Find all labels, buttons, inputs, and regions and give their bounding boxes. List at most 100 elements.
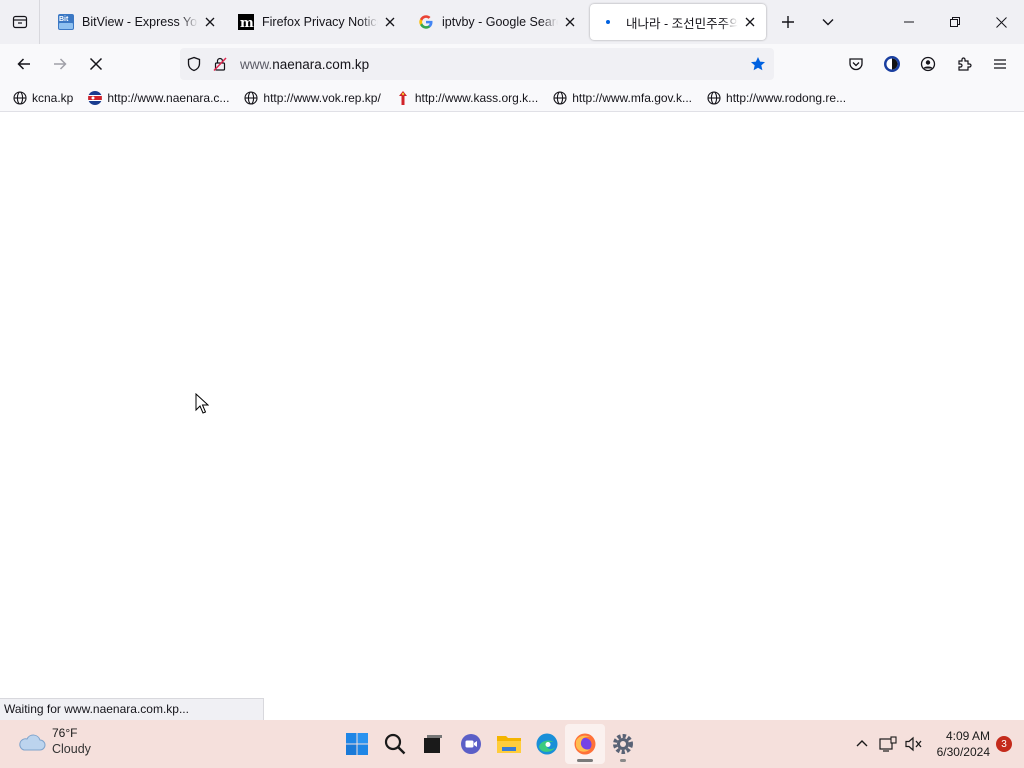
close-tab-icon[interactable] <box>742 14 758 30</box>
close-tab-icon[interactable] <box>382 14 398 30</box>
taskbar-apps <box>338 724 642 764</box>
pocket-icon <box>849 58 863 71</box>
url-domain: naenara.com.kp <box>272 56 370 72</box>
bookmark-mfa[interactable]: http://www.mfa.gov.k... <box>548 86 696 110</box>
list-all-tabs-button[interactable] <box>810 4 846 40</box>
bookmark-label: http://www.rodong.re... <box>726 90 847 105</box>
tab-google-search[interactable]: iptvby - Google Search <box>406 4 586 40</box>
edge-button[interactable] <box>527 724 567 764</box>
bitview-icon: Bit <box>58 14 74 30</box>
mozilla-m-icon: m <box>238 14 254 30</box>
clock[interactable]: 4:09 AM 6/30/2024 <box>937 728 990 760</box>
restore-icon <box>950 17 960 27</box>
dark-mode-icon <box>884 56 900 72</box>
arrow-right-icon <box>54 58 67 70</box>
url-prefix: www. <box>240 56 273 72</box>
globe-icon <box>706 90 722 106</box>
folder-icon <box>497 736 521 753</box>
svg-text:Bit: Bit <box>59 16 69 23</box>
taskbar: 76°F Cloudy 4:09 AM 6/30/2024 3 <box>0 720 1024 768</box>
hamburger-menu-icon <box>994 59 1006 69</box>
bookmark-label: kcna.kp <box>32 90 74 105</box>
windows-logo-icon <box>346 733 368 755</box>
bookmark-label: http://www.kass.org.k... <box>414 90 539 105</box>
star-icon <box>751 57 765 71</box>
app-menu-button[interactable] <box>984 48 1016 80</box>
extension-dark-mode-button[interactable] <box>876 48 908 80</box>
plus-icon <box>782 16 794 28</box>
volume-button[interactable] <box>901 726 927 762</box>
meet-chat-button[interactable] <box>451 724 491 764</box>
chevron-up-icon <box>856 740 868 747</box>
gear-icon <box>613 734 633 754</box>
svg-text:m: m <box>240 16 254 30</box>
cloud-icon <box>19 734 46 750</box>
settings-button[interactable] <box>603 724 643 764</box>
tab-strip: Bit BitView - Express Yourself m Firefox… <box>0 0 1024 44</box>
firefox-button[interactable] <box>565 724 605 764</box>
file-explorer-button[interactable] <box>489 724 529 764</box>
bookmark-star-button[interactable] <box>744 50 772 78</box>
tab-bitview[interactable]: Bit BitView - Express Yourself <box>46 4 226 40</box>
pocket-button[interactable] <box>840 48 872 80</box>
task-view-button[interactable] <box>413 724 453 764</box>
bookmark-naenara[interactable]: http://www.naenara.c... <box>83 86 233 110</box>
bookmark-rodong[interactable]: http://www.rodong.re... <box>702 86 850 110</box>
tab-title: 내나라 - 조선민주주의인민공화국 <box>626 16 738 31</box>
account-icon <box>920 56 936 72</box>
status-panel: Waiting for www.naenara.com.kp... <box>0 698 264 720</box>
extensions-button[interactable] <box>948 48 980 80</box>
minimize-button[interactable] <box>886 0 932 44</box>
bookmark-label: http://www.naenara.c... <box>107 90 230 105</box>
bookmark-kcna[interactable]: kcna.kp <box>8 86 77 110</box>
clock-date: 6/30/2024 <box>936 745 990 759</box>
mouse-cursor-icon <box>195 393 209 414</box>
video-chat-icon <box>461 734 481 754</box>
url-bar[interactable]: www.naenara.com.kp <box>180 48 774 80</box>
window-controls <box>886 0 1024 44</box>
back-button[interactable] <box>8 48 40 80</box>
naenara-flag-icon <box>87 90 103 106</box>
arrow-left-icon <box>17 58 30 70</box>
stop-x-icon <box>89 57 103 71</box>
show-hidden-icons-button[interactable] <box>849 726 875 762</box>
bookmark-vok[interactable]: http://www.vok.rep.kp/ <box>239 86 384 110</box>
tab-title: BitView - Express Yourself <box>82 15 198 29</box>
close-tab-icon[interactable] <box>562 14 578 30</box>
loading-dot-icon <box>602 14 618 30</box>
firefox-view-button[interactable] <box>0 0 40 44</box>
edge-icon <box>536 733 558 755</box>
restore-button[interactable] <box>932 0 978 44</box>
close-icon <box>995 16 1007 28</box>
new-tab-button[interactable] <box>770 4 806 40</box>
network-button[interactable] <box>875 726 901 762</box>
tab-firefox-privacy[interactable]: m Firefox Privacy Notice — Mozilla <box>226 4 406 40</box>
globe-icon <box>552 90 568 106</box>
stop-button[interactable] <box>80 48 112 80</box>
weather-widget[interactable]: 76°F Cloudy <box>16 726 91 757</box>
firefox-icon <box>574 733 596 755</box>
bookmark-label: http://www.vok.rep.kp/ <box>263 90 381 105</box>
google-g-icon <box>418 14 434 30</box>
navigation-toolbar: www.naenara.com.kp <box>0 44 1024 84</box>
url-text: www.naenara.com.kp <box>240 57 744 72</box>
speaker-muted-icon <box>905 736 922 752</box>
tab-naenara[interactable]: 내나라 - 조선민주주의인민공화국 <box>590 4 766 40</box>
minimize-icon <box>904 21 914 23</box>
clock-time: 4:09 AM <box>945 729 990 743</box>
puzzle-icon <box>958 57 972 71</box>
bookmark-kass[interactable]: http://www.kass.org.k... <box>391 86 542 110</box>
insecure-lock-icon[interactable] <box>208 52 232 76</box>
start-button[interactable] <box>337 724 377 764</box>
weather-condition: Cloudy <box>52 742 91 756</box>
tracking-protection-shield-icon[interactable] <box>182 52 206 76</box>
account-button[interactable] <box>912 48 944 80</box>
taskbar-search-button[interactable] <box>375 724 415 764</box>
notification-badge[interactable]: 3 <box>996 736 1012 752</box>
kass-icon <box>395 90 411 106</box>
close-tab-icon[interactable] <box>202 14 218 30</box>
close-window-button[interactable] <box>978 0 1024 44</box>
forward-button[interactable] <box>44 48 76 80</box>
network-icon <box>879 736 897 752</box>
page-content[interactable]: Waiting for www.naenara.com.kp... <box>0 113 1024 720</box>
